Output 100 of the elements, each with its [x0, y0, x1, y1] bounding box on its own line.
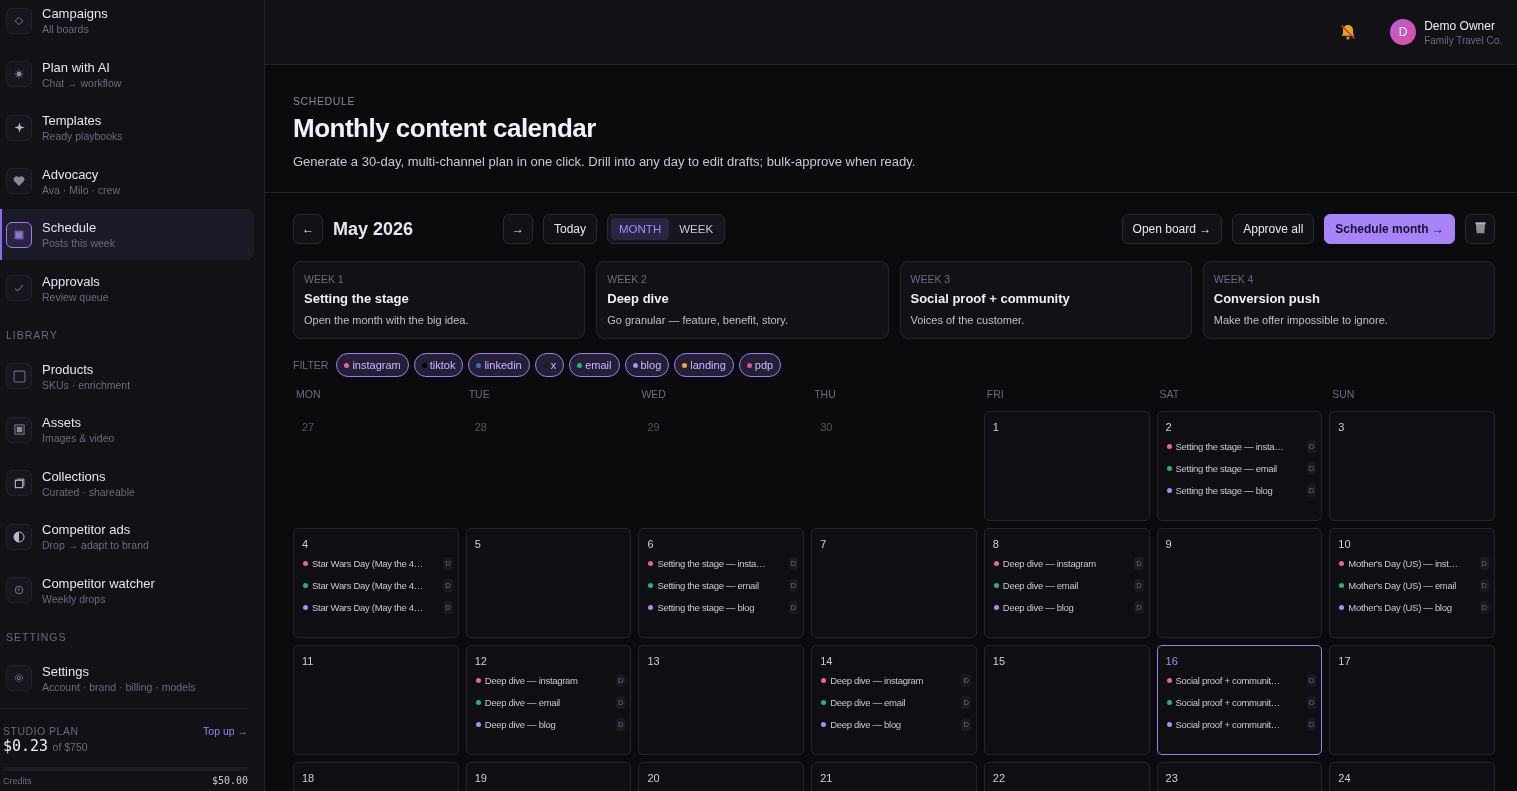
day-number: 30 [820, 421, 834, 433]
weekday-label: MON [295, 388, 322, 400]
view-tab[interactable]: WEEK [671, 218, 722, 240]
day-number: 22 [992, 772, 1007, 784]
sidebar-item[interactable]: Settings Account · brand · billing · models [0, 652, 254, 704]
sidebar-item[interactable]: Competitor watcher Weekly drops [0, 564, 254, 616]
week-label: WEEK 2 [607, 273, 648, 285]
calendar-day[interactable]: 9 [1156, 528, 1323, 638]
weekday-label: FRI [985, 388, 1005, 400]
day-number: 15 [992, 655, 1007, 667]
star-icon [13, 122, 25, 134]
channel-chip[interactable]: linkedin [468, 353, 530, 377]
weekday-label: TUE [467, 388, 491, 400]
calendar-day[interactable]: 13 [638, 645, 805, 755]
channel-chip[interactable]: landing [674, 353, 734, 377]
calendar-day[interactable]: 3 [1329, 411, 1495, 521]
week-description: Go granular — feature, benefit, story. [607, 314, 790, 326]
week-label: WEEK 3 [910, 273, 952, 285]
sidebar-item[interactable]: Campaigns All boards [0, 0, 254, 46]
week-title: Deep dive [607, 291, 670, 306]
copy-icon [13, 477, 25, 489]
week-label: WEEK 4 [1213, 273, 1255, 285]
channel-chip[interactable]: instagram [336, 353, 409, 377]
weekday-label: WED [640, 388, 667, 400]
week-title: Setting the stage [304, 291, 410, 306]
plan-label: STUDIO PLAN [3, 725, 79, 738]
day-number: 23 [1165, 772, 1179, 784]
image-icon [13, 424, 25, 436]
channel-chip[interactable]: blog [624, 353, 670, 377]
settings-icon [14, 673, 24, 684]
day-number: 24 [1338, 772, 1352, 784]
sidebar-item[interactable]: Advocacy Ava · Milo · crew [0, 155, 254, 207]
trash-icon [1472, 220, 1488, 235]
day-number: 29 [647, 421, 661, 433]
page-eyebrow: SCHEDULE [293, 95, 356, 107]
section-heading: LIBRARY [5, 327, 59, 343]
filter-label: FILTER [293, 359, 329, 371]
sidebar-item[interactable]: Competitor ads Drop → adapt to brand [0, 511, 254, 563]
calendar-icon [13, 228, 25, 241]
day-number: 9 [1165, 538, 1173, 550]
weekday-label: SUN [1331, 388, 1356, 400]
balance-amount: $0.23 [3, 737, 49, 756]
top-up-link[interactable]: Top up → [203, 725, 248, 738]
calendar-day[interactable]: 17 [1329, 645, 1495, 755]
delete-button[interactable] [1465, 214, 1495, 244]
calendar-day[interactable]: 21 [811, 762, 977, 791]
weekday-label: THU [813, 388, 837, 400]
calendar-day[interactable]: 5 [465, 528, 632, 638]
square-icon [12, 369, 26, 383]
sidebar-item[interactable]: Schedule Posts this week [0, 209, 254, 261]
sidebar-item[interactable]: Plan with AI Chat → workflow [0, 48, 254, 100]
channel-chip[interactable]: pdp [738, 353, 782, 377]
contrast-icon [13, 530, 25, 543]
day-number: 18 [302, 772, 316, 784]
page-description: Generate a 30-day, multi-channel plan in one click. Drill into any day to edit drafts; bulk-approve when ready. [293, 154, 917, 169]
today-button[interactable]: Today [543, 214, 598, 244]
channel-chip[interactable]: x [534, 353, 565, 377]
calendar-day[interactable]: 23 [1156, 762, 1323, 791]
calendar-day[interactable]: 24 [1329, 762, 1495, 791]
day-number: 4 [302, 538, 310, 550]
day-number: 1 [992, 421, 1000, 433]
calendar-day[interactable]: 22 [983, 762, 1150, 791]
action-button[interactable]: Open board → [1121, 214, 1223, 244]
action-button[interactable]: Schedule month → [1324, 214, 1455, 244]
day-number: 21 [820, 772, 834, 784]
day-number: 12 [474, 655, 488, 667]
day-number: 28 [474, 421, 488, 433]
day-number: 11 [302, 655, 315, 667]
sidebar-item[interactable]: Collections Curated · shareable [0, 457, 254, 509]
channel-chip[interactable]: tiktok [413, 353, 464, 377]
sidebar-item[interactable]: Assets Images & video [0, 404, 254, 456]
view-tab[interactable]: MONTH [611, 218, 670, 240]
day-number: 10 [1338, 538, 1352, 550]
calendar-day[interactable]: 11 [293, 645, 459, 755]
calendar-day[interactable]: 15 [983, 645, 1150, 755]
day-number: 8 [992, 538, 1000, 550]
next-month-button[interactable]: → [503, 214, 533, 244]
day-number: 7 [820, 538, 828, 550]
calendar-day[interactable]: 1 [983, 411, 1150, 521]
check-icon [13, 282, 25, 295]
sidebar-item[interactable]: Products SKUs · enrichment [0, 350, 254, 402]
day-number: 5 [474, 538, 482, 550]
calendar-day[interactable]: 18 [293, 762, 459, 791]
diamond-icon [14, 15, 24, 26]
week-description: Voices of the customer. [910, 314, 1026, 326]
day-number: 20 [647, 772, 661, 784]
sidebar-item[interactable]: Templates Ready playbooks [0, 102, 254, 154]
sidebar-item[interactable]: Approvals Review queue [0, 262, 254, 314]
calendar-day[interactable]: 7 [811, 528, 977, 638]
credits-label: Credits [3, 776, 32, 787]
previous-month-button[interactable]: ← [293, 214, 323, 244]
week-title: Social proof + community [910, 291, 1071, 306]
calendar-day[interactable]: 19 [465, 762, 632, 791]
channel-chip[interactable]: email [569, 353, 620, 377]
week-label: WEEK 1 [304, 273, 345, 285]
weekday-label: SAT [1158, 388, 1181, 400]
heart-icon [13, 175, 25, 188]
week-title: Conversion push [1213, 291, 1321, 306]
action-button[interactable]: Approve all [1232, 214, 1315, 244]
calendar-day[interactable]: 20 [638, 762, 805, 791]
